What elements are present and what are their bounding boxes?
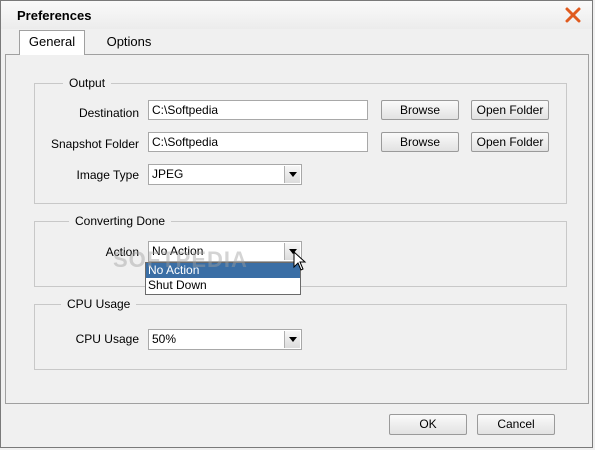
cpu-usage-select[interactable]: 50% [148,329,302,350]
action-label: Action [105,245,139,259]
cpu-usage-label: CPU Usage [75,332,139,346]
close-icon [565,7,581,23]
destination-label: Destination [78,106,139,120]
action-option-shut-down[interactable]: Shut Down [146,278,300,293]
destination-field[interactable]: C:\Softpedia [148,100,368,120]
snapshot-browse-button[interactable]: Browse [381,132,459,152]
ok-button[interactable]: OK [389,414,467,435]
action-select[interactable]: No Action [148,241,302,262]
chevron-down-icon[interactable] [284,331,300,348]
close-button[interactable] [562,5,584,25]
image-type-value: JPEG [152,167,184,181]
tab-options[interactable]: Options [91,31,167,54]
output-group: Output Destination C:\Softpedia Browse O… [34,76,567,204]
cpu-usage-value: 50% [152,332,177,346]
general-panel: Output Destination C:\Softpedia Browse O… [5,54,589,404]
cancel-button[interactable]: Cancel [477,414,555,435]
converting-done-legend: Converting Done [69,214,172,228]
snapshot-open-folder-button[interactable]: Open Folder [471,132,549,152]
title-bar: Preferences [1,1,592,29]
chevron-down-icon[interactable] [284,166,300,183]
snapshot-folder-label: Snapshot Folder [50,137,139,151]
tab-general[interactable]: General [19,30,85,55]
output-legend: Output [63,76,112,90]
image-type-select[interactable]: JPEG [148,164,302,185]
window-title: Preferences [17,8,92,23]
action-dropdown-list: No Action Shut Down [145,262,301,295]
image-type-label: Image Type [76,168,139,182]
destination-browse-button[interactable]: Browse [381,100,459,120]
action-option-no-action[interactable]: No Action [146,263,300,278]
preferences-dialog: Preferences General Options Output Desti… [0,0,593,448]
cpu-usage-group: CPU Usage CPU Usage 50% [34,297,567,370]
action-value: No Action [152,244,204,258]
destination-open-folder-button[interactable]: Open Folder [471,100,549,120]
mouse-pointer-icon [293,251,307,271]
snapshot-folder-field[interactable]: C:\Softpedia [148,132,368,152]
cpu-usage-legend: CPU Usage [61,297,137,311]
